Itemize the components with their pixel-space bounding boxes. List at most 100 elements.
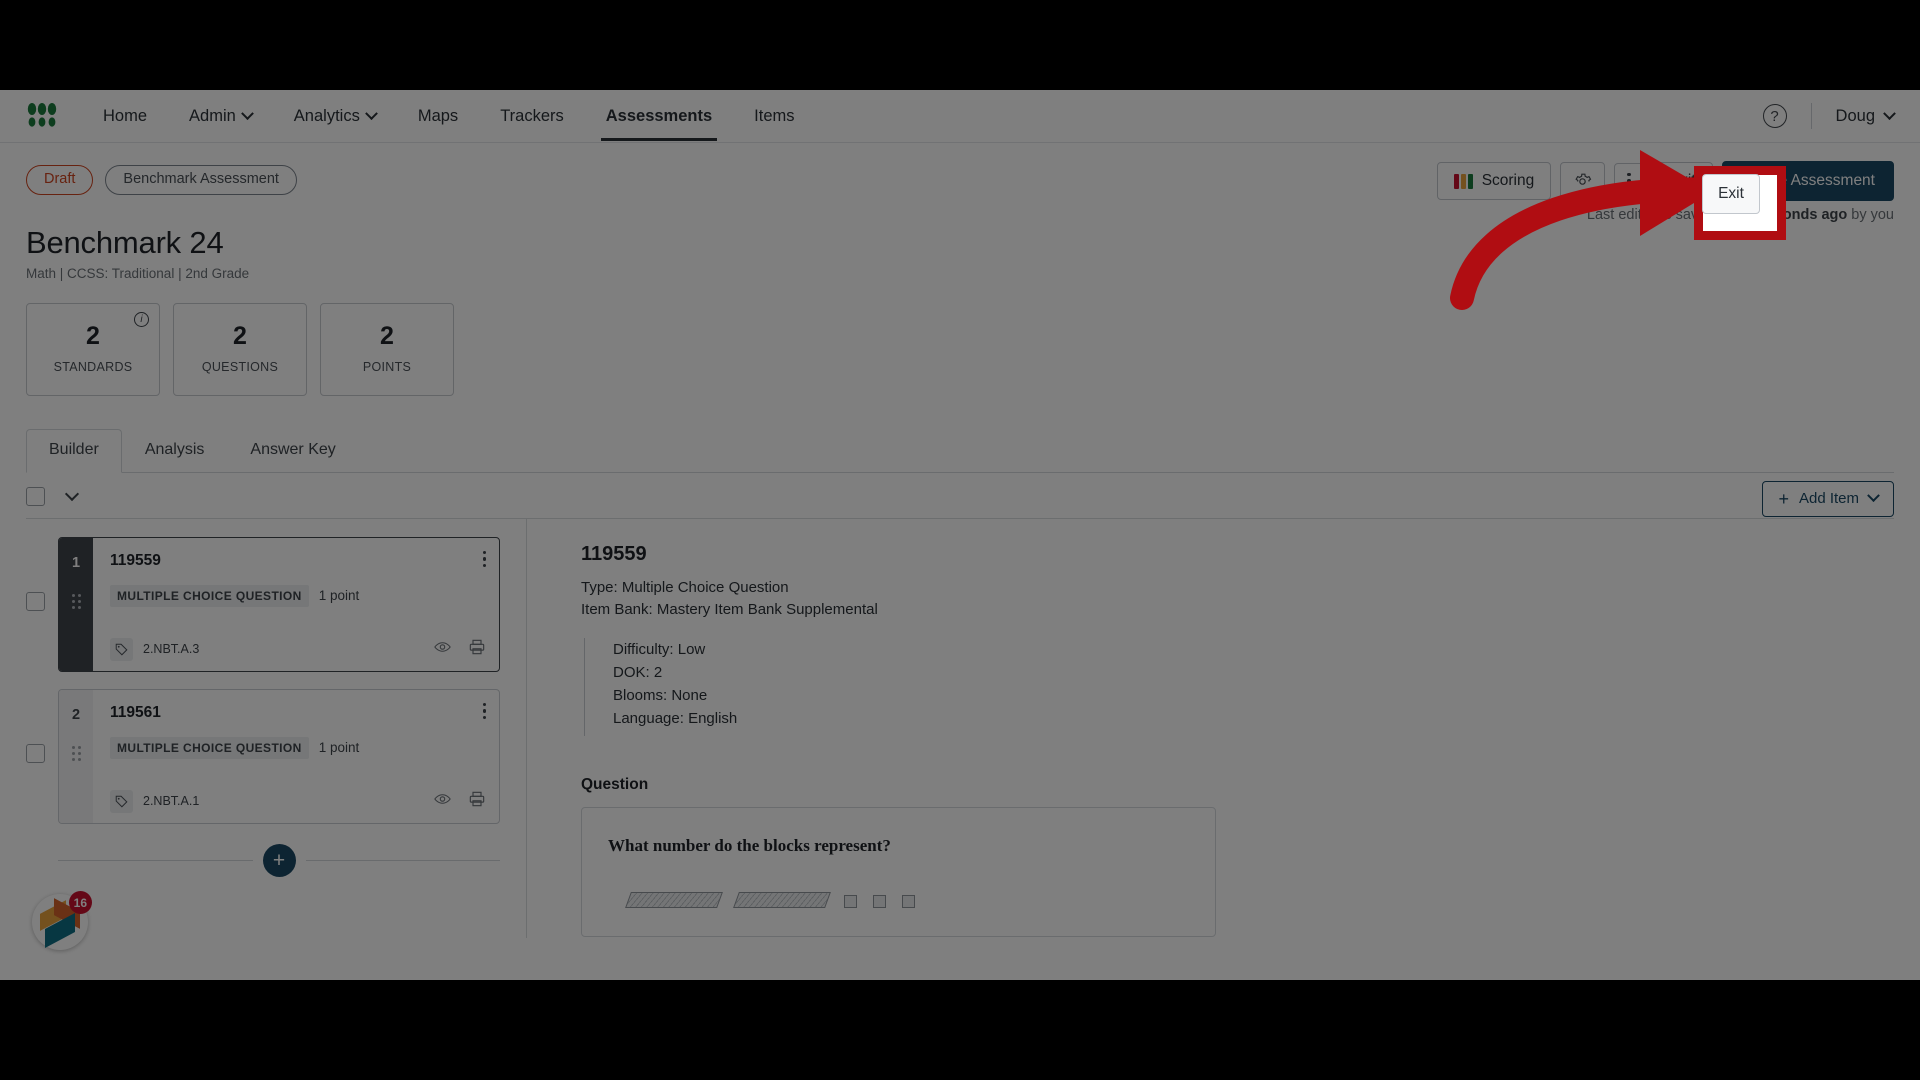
add-item-button[interactable]: + Add Item xyxy=(1762,480,1894,517)
standard-code: 2.NBT.A.1 xyxy=(143,794,200,809)
stat-value: 2 xyxy=(380,322,394,351)
drag-handle-icon[interactable] xyxy=(71,745,81,761)
preview-icon[interactable] xyxy=(434,792,451,811)
exit-button-highlighted[interactable]: Exit xyxy=(1702,174,1760,214)
add-item-circle-button[interactable]: + xyxy=(262,844,296,878)
nav-label: Assessments xyxy=(605,106,713,125)
status-badge-type: Benchmark Assessment xyxy=(105,165,297,195)
top-navigation-bar: Home Admin Analytics Maps Trackers Asses… xyxy=(0,90,1920,143)
drag-handle-icon[interactable] xyxy=(71,593,81,609)
stat-card-questions[interactable]: 2 QUESTIONS xyxy=(173,302,307,396)
item-points: 1 point xyxy=(318,740,360,756)
question-heading: Question xyxy=(581,775,649,793)
nav-label: Home xyxy=(103,106,148,125)
gear-icon xyxy=(1575,173,1592,185)
item-rail: 1 xyxy=(59,537,93,671)
page-body: Draft Benchmark Assessment Scoring Exit … xyxy=(0,143,1920,938)
status-badge-draft: Draft xyxy=(26,165,94,195)
detail-attributes: Difficulty: Low DOK: 2 Blooms: None Lang… xyxy=(584,637,1894,736)
item-id: 119561 xyxy=(110,703,161,721)
item-card-1[interactable]: 1 119559 MULTIPLE CHOICE QUESTION 1 poin… xyxy=(58,536,500,672)
stat-label: QUESTIONS xyxy=(201,360,279,375)
scoring-button[interactable]: Scoring xyxy=(1437,162,1552,200)
item-type-chip: MULTIPLE CHOICE QUESTION xyxy=(110,584,309,607)
settings-button[interactable] xyxy=(1560,161,1606,201)
detail-type: Type: Multiple Choice Question xyxy=(581,578,789,596)
stat-card-points[interactable]: 2 POINTS xyxy=(320,302,454,396)
item-list-panel: 1 119559 MULTIPLE CHOICE QUESTION 1 poin… xyxy=(26,519,526,938)
summary-stats: i 2 STANDARDS 2 QUESTIONS 2 POINTS xyxy=(26,302,1894,396)
add-item-label: Add Item xyxy=(1798,490,1859,508)
divider xyxy=(58,860,253,862)
item-menu-icon[interactable] xyxy=(482,702,486,720)
nav-item-maps[interactable]: Maps xyxy=(397,92,479,141)
nav-item-assessments[interactable]: Assessments xyxy=(585,92,733,141)
help-widget-button[interactable]: 16 xyxy=(32,891,92,950)
add-item-inline-row: + xyxy=(58,841,500,881)
item-tags: 2.NBT.A.1 xyxy=(110,789,485,813)
print-icon[interactable] xyxy=(469,791,485,812)
item-body: 119559 MULTIPLE CHOICE QUESTION 1 point xyxy=(93,538,499,671)
help-icon-glyph: ? xyxy=(1770,107,1779,125)
item-type-chip: MULTIPLE CHOICE QUESTION xyxy=(110,736,309,759)
notification-badge: 16 xyxy=(68,891,92,914)
chevron-down-icon xyxy=(364,106,378,120)
info-icon[interactable]: i xyxy=(134,311,149,327)
nav-item-trackers[interactable]: Trackers xyxy=(479,92,585,141)
page-subtitle: Math | CCSS: Traditional | 2nd Grade xyxy=(26,265,250,281)
item-tag-actions xyxy=(434,791,485,812)
list-toolbar: + Add Item xyxy=(26,473,1894,518)
divider xyxy=(305,860,500,862)
base-ten-blocks-image xyxy=(608,891,1189,908)
nav-label: Trackers xyxy=(500,106,564,125)
detail-blooms: Blooms: None xyxy=(613,686,708,704)
nav-item-analytics[interactable]: Analytics xyxy=(273,92,397,141)
nav-links: Home Admin Analytics Maps Trackers Asses… xyxy=(82,92,1763,141)
detail-difficulty: Difficulty: Low xyxy=(613,640,706,658)
chevron-down-icon xyxy=(240,106,254,120)
detail-item-id: 119559 xyxy=(581,542,647,565)
exit-label: Exit xyxy=(1669,172,1696,189)
item-menu-icon[interactable] xyxy=(482,550,486,568)
more-options-button[interactable] xyxy=(1614,162,1644,200)
block-unit xyxy=(902,894,915,908)
help-icon[interactable]: ? xyxy=(1762,104,1787,128)
plus-icon: + xyxy=(1778,488,1789,509)
user-menu[interactable]: Doug xyxy=(1836,107,1896,126)
select-all-checkbox[interactable] xyxy=(26,486,45,506)
block-unit xyxy=(844,894,857,908)
header-action-buttons: Scoring Exit Create Assessment xyxy=(1437,161,1894,201)
block-flat xyxy=(625,891,723,908)
item-row: 2 119561 MULTIPLE CHOICE QUESTION 1 poin… xyxy=(26,688,526,824)
item-meta: MULTIPLE CHOICE QUESTION 1 point xyxy=(110,584,485,607)
tab-answer-key[interactable]: Answer Key xyxy=(227,429,358,473)
detail-language: Language: English xyxy=(613,709,738,727)
tab-analysis[interactable]: Analysis xyxy=(122,429,228,473)
item-checkbox[interactable] xyxy=(26,743,45,763)
detail-dok: DOK: 2 xyxy=(613,663,663,681)
chevron-down-icon[interactable] xyxy=(64,486,80,502)
nav-item-admin[interactable]: Admin xyxy=(168,92,273,141)
preview-icon[interactable] xyxy=(434,640,451,659)
screen: Home Admin Analytics Maps Trackers Asses… xyxy=(0,0,1920,1080)
question-text: What number do the blocks represent? xyxy=(608,835,891,855)
nav-label: Admin xyxy=(189,106,236,125)
nav-item-items[interactable]: Items xyxy=(733,92,815,141)
chevron-down-icon xyxy=(1867,489,1880,503)
scoring-label: Scoring xyxy=(1481,172,1535,189)
nav-item-home[interactable]: Home xyxy=(82,92,168,141)
nav-right-group: ? Doug xyxy=(1762,103,1896,129)
item-card-2[interactable]: 2 119561 MULTIPLE CHOICE QUESTION 1 poin… xyxy=(58,688,500,824)
stat-card-standards[interactable]: i 2 STANDARDS xyxy=(26,302,160,396)
tab-builder[interactable]: Builder xyxy=(26,428,122,473)
print-icon[interactable] xyxy=(469,639,485,660)
mastery-logo-icon[interactable] xyxy=(26,103,60,129)
item-row: 1 119559 MULTIPLE CHOICE QUESTION 1 poin… xyxy=(26,536,526,672)
item-body: 119561 MULTIPLE CHOICE QUESTION 1 point xyxy=(93,690,499,823)
tag-icon xyxy=(110,637,133,661)
stat-value: 2 xyxy=(233,322,247,351)
nav-label: Items xyxy=(754,106,795,125)
item-tags: 2.NBT.A.3 xyxy=(110,637,485,661)
item-checkbox[interactable] xyxy=(26,591,45,611)
stat-label: STANDARDS xyxy=(53,360,133,375)
